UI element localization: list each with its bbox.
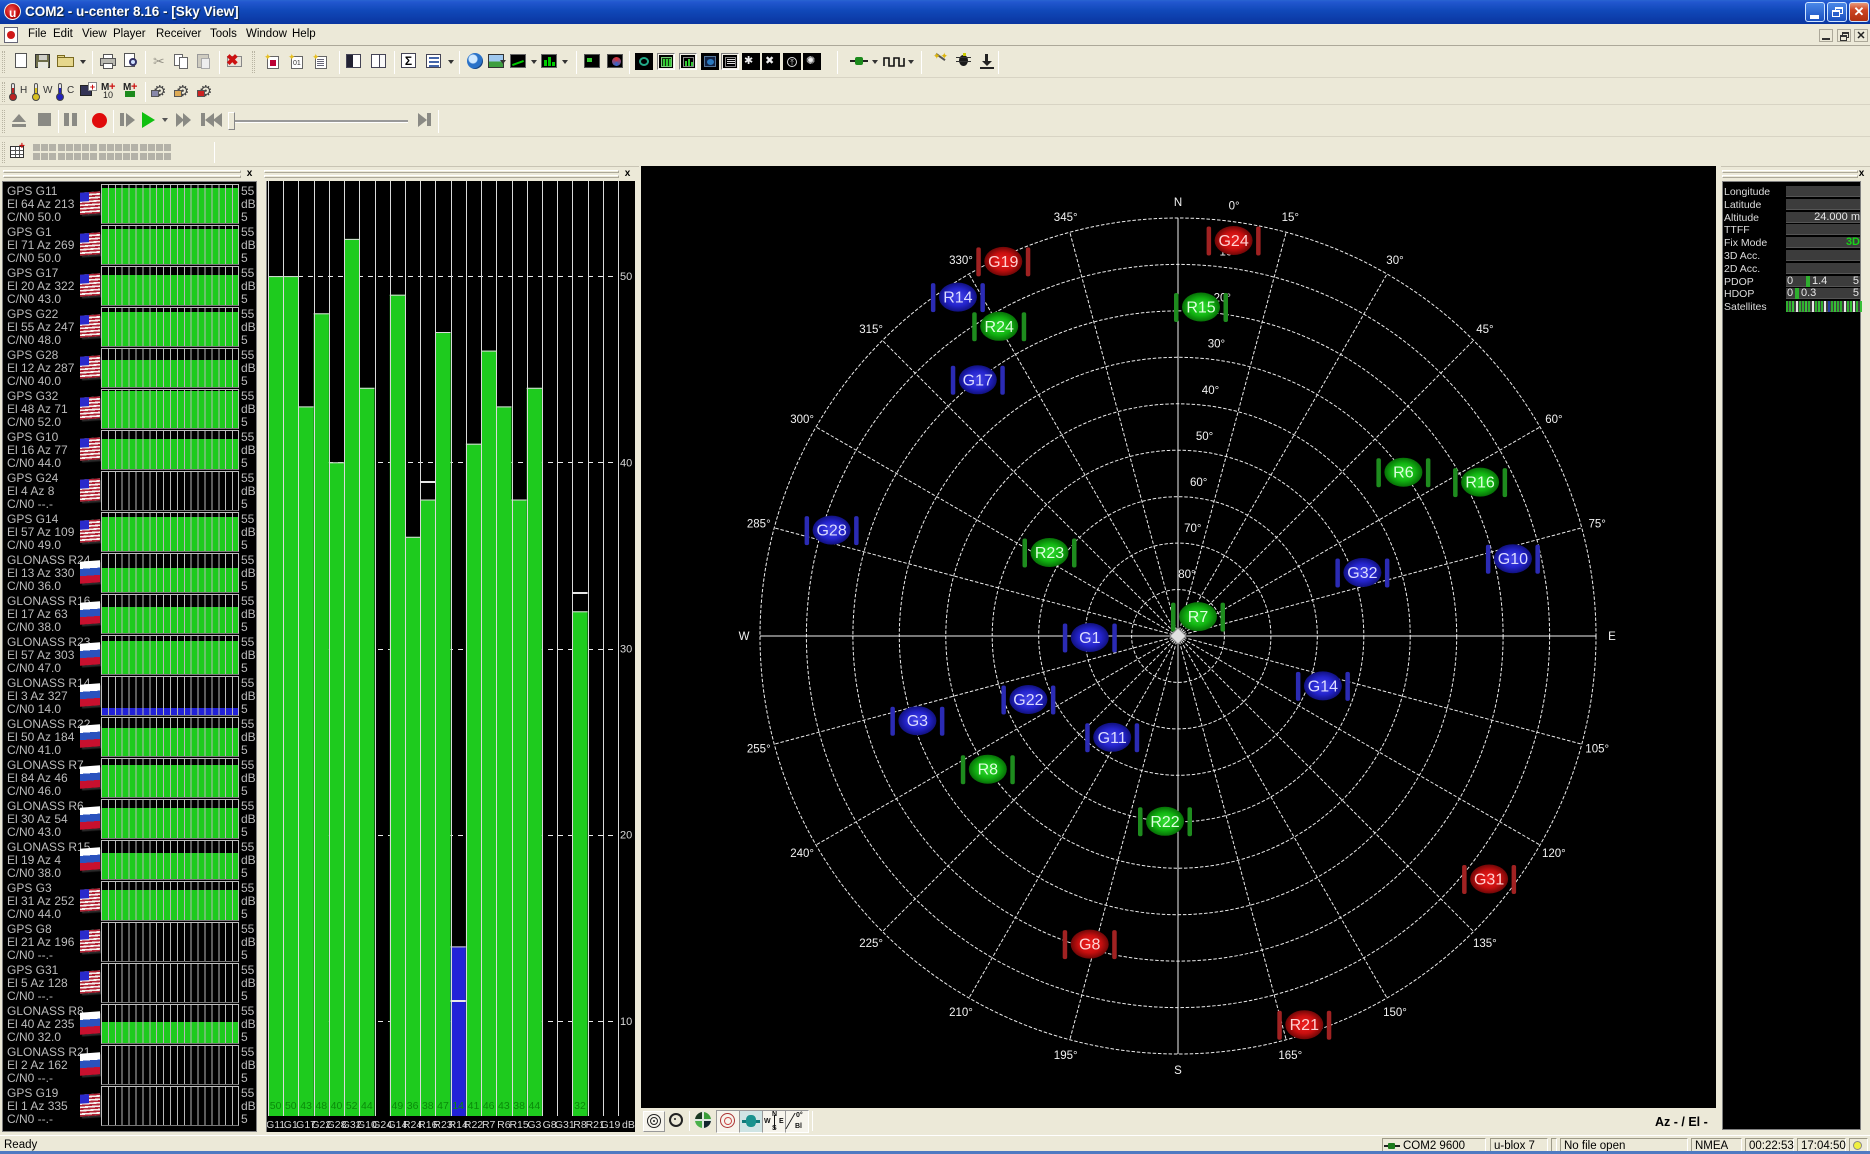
svg-text:50: 50 — [285, 1100, 297, 1112]
svg-text:G3: G3 — [527, 1119, 541, 1131]
svg-text:345°: 345° — [1054, 212, 1078, 224]
svg-text:150°: 150° — [1383, 1007, 1407, 1019]
svg-text:120°: 120° — [1542, 848, 1566, 860]
svg-text:285°: 285° — [747, 519, 771, 531]
svg-text:R24: R24 — [985, 319, 1014, 336]
svg-text:48: 48 — [315, 1100, 327, 1112]
svg-text:49: 49 — [392, 1100, 404, 1112]
svg-text:14: 14 — [452, 1100, 464, 1112]
svg-text:N: N — [1174, 197, 1182, 209]
svg-text:40: 40 — [331, 1100, 343, 1112]
svg-text:80°: 80° — [1178, 569, 1195, 581]
svg-text:210°: 210° — [949, 1007, 973, 1019]
svg-text:46: 46 — [483, 1100, 495, 1112]
svg-text:255°: 255° — [747, 743, 771, 755]
svg-text:75°: 75° — [1589, 519, 1606, 531]
svg-text:44: 44 — [529, 1100, 541, 1112]
svg-text:G10: G10 — [1498, 551, 1528, 568]
svg-text:38: 38 — [513, 1100, 525, 1112]
svg-text:30: 30 — [620, 644, 632, 656]
svg-text:G22: G22 — [1013, 692, 1043, 709]
svg-text:R22: R22 — [464, 1119, 483, 1131]
svg-text:195°: 195° — [1054, 1050, 1078, 1062]
svg-text:41: 41 — [468, 1100, 480, 1112]
svg-text:30°: 30° — [1386, 255, 1403, 267]
svg-text:G28: G28 — [816, 523, 846, 540]
svg-text:R23: R23 — [1035, 545, 1064, 562]
svg-text:43: 43 — [300, 1100, 312, 1112]
svg-text:45°: 45° — [1476, 324, 1493, 336]
svg-text:G1: G1 — [1079, 630, 1100, 647]
svg-text:20: 20 — [620, 830, 632, 842]
svg-text:G24: G24 — [1218, 233, 1248, 250]
svg-text:G19: G19 — [988, 254, 1018, 271]
svg-text:W: W — [739, 631, 750, 643]
svg-text:300°: 300° — [790, 414, 814, 426]
svg-text:47: 47 — [437, 1100, 449, 1112]
svg-text:G14: G14 — [1308, 678, 1338, 695]
svg-text:G8: G8 — [1079, 937, 1100, 954]
svg-text:dB: dB — [622, 1119, 635, 1131]
svg-text:36: 36 — [407, 1100, 419, 1112]
svg-text:R14: R14 — [943, 290, 972, 307]
svg-text:R16: R16 — [1465, 475, 1494, 492]
svg-text:70°: 70° — [1184, 523, 1201, 535]
svg-text:240°: 240° — [790, 848, 814, 860]
svg-text:15°: 15° — [1282, 212, 1299, 224]
svg-text:165°: 165° — [1278, 1050, 1302, 1062]
svg-text:R7: R7 — [482, 1119, 496, 1131]
svg-text:10: 10 — [620, 1016, 632, 1028]
svg-text:0°: 0° — [1229, 201, 1240, 213]
svg-text:30°: 30° — [1208, 339, 1225, 351]
svg-text:R15: R15 — [1186, 300, 1215, 317]
svg-text:S: S — [1174, 1065, 1182, 1077]
svg-text:52: 52 — [346, 1100, 358, 1112]
svg-text:G31: G31 — [555, 1119, 575, 1131]
svg-text:G11: G11 — [1098, 730, 1127, 747]
svg-text:R15: R15 — [509, 1119, 528, 1131]
svg-text:60°: 60° — [1190, 477, 1207, 489]
svg-text:38: 38 — [422, 1100, 434, 1112]
svg-text:R8: R8 — [978, 762, 999, 779]
svg-text:50: 50 — [620, 271, 632, 283]
svg-text:315°: 315° — [859, 324, 883, 336]
svg-text:330°: 330° — [949, 255, 973, 267]
svg-text:G19: G19 — [600, 1119, 620, 1131]
svg-text:50°: 50° — [1196, 431, 1213, 443]
svg-text:R21: R21 — [1290, 1017, 1319, 1034]
svg-text:R7: R7 — [1188, 609, 1209, 626]
svg-text:105°: 105° — [1585, 743, 1609, 755]
svg-text:G17: G17 — [963, 372, 993, 389]
svg-text:G11: G11 — [267, 1119, 285, 1131]
svg-text:G3: G3 — [907, 713, 928, 730]
svg-text:R6: R6 — [1393, 465, 1414, 482]
svg-text:32: 32 — [574, 1100, 586, 1112]
svg-text:135°: 135° — [1473, 938, 1497, 950]
svg-text:G31: G31 — [1474, 872, 1504, 889]
svg-text:R22: R22 — [1150, 814, 1179, 831]
svg-text:E: E — [1608, 631, 1616, 643]
svg-text:60°: 60° — [1545, 414, 1562, 426]
svg-text:40°: 40° — [1202, 385, 1219, 397]
svg-text:G32: G32 — [1347, 565, 1377, 582]
svg-text:225°: 225° — [859, 938, 883, 950]
svg-text:50: 50 — [270, 1100, 282, 1112]
svg-text:40: 40 — [620, 457, 632, 469]
svg-text:43: 43 — [498, 1100, 510, 1112]
svg-text:44: 44 — [361, 1100, 373, 1112]
